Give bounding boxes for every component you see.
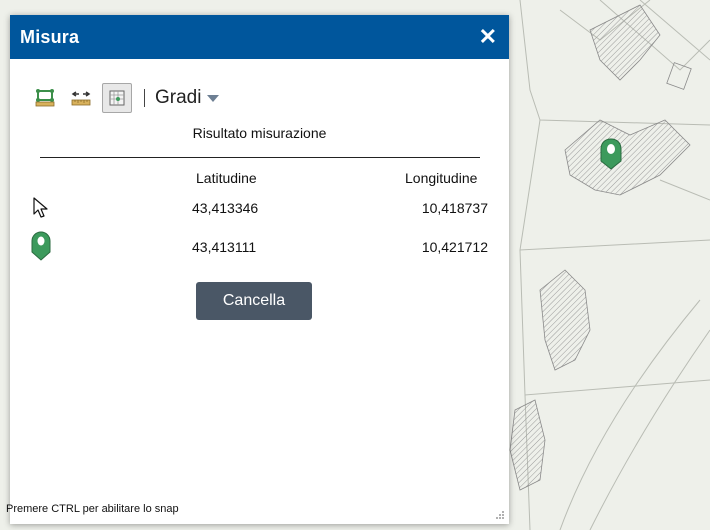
chevron-down-icon[interactable]: [207, 94, 220, 102]
unit-dropdown[interactable]: Gradi: [155, 87, 220, 109]
resize-grip-icon[interactable]: [495, 510, 505, 520]
distance-tool-icon: [71, 91, 91, 106]
result-divider: [40, 157, 480, 158]
result-label: Risultato misurazione: [192, 125, 327, 141]
dialog-titlebar[interactable]: Misura ✕: [10, 15, 509, 59]
location-tool-button[interactable]: [102, 83, 132, 113]
latitude-header: Latitudine: [196, 170, 257, 186]
clear-button[interactable]: Cancella: [196, 282, 312, 320]
close-icon[interactable]: ✕: [479, 26, 497, 48]
area-tool-button[interactable]: [30, 83, 60, 113]
distance-tool-button[interactable]: [66, 83, 96, 113]
measure-toolbar: Gradi: [30, 81, 220, 115]
green-pin-icon: [31, 231, 51, 261]
cursor-icon: [33, 197, 48, 218]
area-tool-icon: [35, 89, 55, 107]
map-pin-icon[interactable]: [600, 138, 622, 170]
row-2-longitude: 10,421712: [421, 239, 488, 255]
location-tool-icon: [109, 90, 125, 106]
toolbar-separator: [144, 89, 145, 107]
row-1-longitude: 10,418737: [421, 200, 488, 216]
dialog-title: Misura: [20, 26, 80, 47]
row-2-latitude: 43,413111: [192, 239, 257, 255]
longitude-header: Longitudine: [405, 170, 478, 186]
row-1-latitude: 43,413346: [192, 200, 259, 216]
unit-dropdown-value: Gradi: [155, 87, 202, 108]
snap-hint: Premere CTRL per abilitare lo snap: [6, 503, 179, 515]
measure-dialog: Misura ✕ Gradi Risultato misurazione Lat…: [6, 15, 509, 524]
